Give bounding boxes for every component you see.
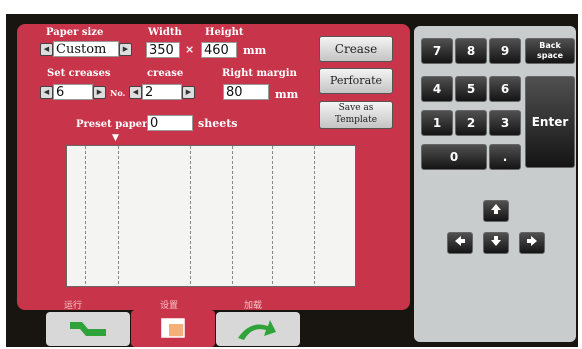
tab-run-label: 运行 [64,301,83,311]
crease-line [85,146,86,284]
keypad-panel [414,26,576,342]
set-creases-label: Set creases [47,68,111,79]
save-as-template-line2: Template [334,115,378,125]
load-icon [238,320,276,340]
tab-run[interactable] [46,312,130,346]
save-as-template-button[interactable]: Save as Template [319,101,393,129]
crease-button[interactable]: Crease [319,36,393,62]
tab-settings[interactable] [131,310,215,347]
key-decimal[interactable]: . [489,144,521,170]
preset-paper-unit: sheets [198,117,238,130]
key-5[interactable]: 5 [455,76,487,102]
key-0[interactable]: 0 [421,144,487,170]
right-margin-label: Right margin [222,68,297,79]
arrow-down-icon[interactable] [483,232,509,254]
key-3[interactable]: 3 [489,110,521,136]
crease-line [232,146,233,284]
crease-line [272,146,273,284]
key-1[interactable]: 1 [421,110,453,136]
backspace-line2: space [536,51,564,60]
paper-size-next-button[interactable]: ▶ [119,43,132,56]
height-label: Height [205,27,244,38]
paper-size-label: Paper size [46,27,104,38]
crease-line [190,146,191,284]
width-field[interactable]: 350 [146,42,180,58]
times-sign: × [185,43,195,56]
key-7[interactable]: 7 [421,38,453,64]
set-creases-next-button[interactable]: ▶ [93,86,106,99]
run-icon [70,322,106,336]
crease-field[interactable]: 2 [142,84,182,100]
enter-key[interactable]: Enter [525,76,575,168]
key-8[interactable]: 8 [455,38,487,64]
paper-preview [66,145,356,287]
settings-icon [161,318,185,338]
height-unit: mm [243,44,267,57]
crease-label: crease [147,68,184,79]
set-creases-prev-button[interactable]: ◀ [40,86,53,99]
crease-number-label: No. [110,88,126,98]
right-margin-unit: mm [275,88,299,101]
right-margin-field[interactable]: 80 [223,84,269,100]
width-label: Width [148,27,182,38]
key-4[interactable]: 4 [421,76,453,102]
marker-triangle-icon[interactable]: ▼ [112,133,119,143]
key-2[interactable]: 2 [455,110,487,136]
paper-size-prev-button[interactable]: ◀ [40,43,53,56]
tab-load[interactable] [216,312,300,346]
key-9[interactable]: 9 [489,38,521,64]
preset-paper-field[interactable]: 0 [147,115,193,131]
crease-prev-button[interactable]: ◀ [129,86,142,99]
crease-line [314,146,315,284]
set-creases-field[interactable]: 6 [53,84,93,100]
height-field[interactable]: 460 [201,42,237,58]
preset-paper-label: Preset paper [76,119,148,130]
paper-size-field[interactable]: Custom [53,41,119,57]
save-as-template-line1: Save as [338,103,374,113]
key-6[interactable]: 6 [489,76,521,102]
arrow-right-icon[interactable] [519,232,545,254]
arrow-up-icon[interactable] [483,200,509,222]
backspace-key[interactable]: Back space [525,38,575,64]
crease-next-button[interactable]: ▶ [182,86,195,99]
tab-load-label: 加载 [244,301,263,311]
crease-line [118,146,119,284]
backspace-line1: Back [539,41,561,50]
arrow-left-icon[interactable] [447,232,473,254]
perforate-button[interactable]: Perforate [319,68,393,94]
